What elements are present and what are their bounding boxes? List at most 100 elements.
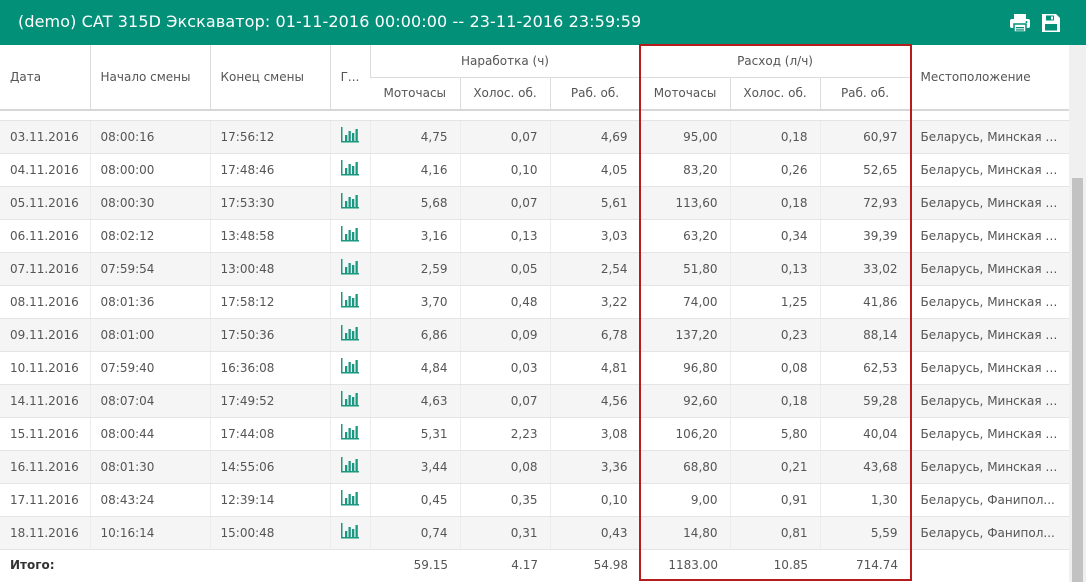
cell-fuel-work: 40,04 [819, 417, 911, 451]
header-fuel-idle[interactable]: Холос. об. [729, 77, 821, 111]
print-icon[interactable] [1009, 13, 1031, 33]
table-row[interactable]: 14.11.2016 08:07:04 17:49:52 4,63 0,07 4,56 92… [0, 384, 1069, 418]
cell-fuel-motor: 51,80 [639, 252, 731, 286]
save-icon[interactable] [1041, 13, 1063, 33]
table-row[interactable]: 10.11.2016 07:59:40 16:36:08 4,84 0,03 4,81 96… [0, 351, 1069, 385]
cell-location: Беларусь, Фанипол... [909, 516, 1069, 550]
table-row[interactable]: 18.11.2016 10:16:14 15:00:48 0,74 0,31 0,43 14… [0, 516, 1069, 550]
cell-fuel-idle: 0,18 [729, 384, 821, 418]
chart-icon[interactable] [329, 351, 370, 385]
cell-date: 08.11.2016 [0, 285, 90, 319]
cell-date: 18.11.2016 [0, 516, 90, 550]
cell-idle-hours: 0,31 [459, 516, 550, 550]
header-shift-start[interactable]: Начало смены [89, 45, 210, 111]
report-table: Дата Начало смены Конец смены Г... Нараб… [0, 45, 1069, 581]
header-idle-hours[interactable]: Холос. об. [459, 77, 550, 111]
chart-icon[interactable] [329, 417, 370, 451]
cell-fuel-idle: 0,91 [729, 483, 821, 517]
cell-location: Беларусь, Минская о... [909, 450, 1069, 484]
chart-icon[interactable] [329, 219, 370, 253]
chart-icon[interactable] [329, 483, 370, 517]
table-row[interactable]: 08.11.2016 08:01:36 17:58:12 3,70 0,48 3,22 74… [0, 285, 1069, 319]
chart-icon[interactable] [329, 285, 370, 319]
header-fuel-work[interactable]: Раб. об. [819, 77, 911, 111]
vertical-scrollbar[interactable] [1069, 45, 1086, 582]
chart-icon[interactable] [329, 318, 370, 352]
cell-date: 14.11.2016 [0, 384, 90, 418]
cell-idle-hours: 0,35 [459, 483, 550, 517]
cell-shift-end: 13:48:58 [209, 219, 330, 253]
cell-shift-end: 17:44:08 [209, 417, 330, 451]
cell-idle-hours: 0,07 [459, 186, 550, 220]
cell-shift-end: 12:39:14 [209, 483, 330, 517]
table-row[interactable]: 17.11.2016 08:43:24 12:39:14 0,45 0,35 0,10 9,… [0, 483, 1069, 517]
cell-fuel-work: 60,97 [819, 120, 911, 154]
header-date[interactable]: Дата [0, 45, 90, 111]
cell-motor-hours: 3,70 [369, 285, 460, 319]
cell-motor-hours: 5,31 [369, 417, 460, 451]
cell-work-hours: 6,78 [549, 318, 641, 352]
cell-work-hours: 4,56 [549, 384, 641, 418]
cell-shift-start: 08:01:36 [89, 285, 210, 319]
cell-fuel-motor: 106,20 [639, 417, 731, 451]
cell-fuel-idle: 0,81 [729, 516, 821, 550]
cell-motor-hours: 3,44 [369, 450, 460, 484]
cell-location: Беларусь, Минская о... [909, 384, 1069, 418]
table-row[interactable]: 16.11.2016 08:01:30 14:55:06 3,44 0,08 3,36 68… [0, 450, 1069, 484]
cell-fuel-motor: 96,80 [639, 351, 731, 385]
cell-fuel-motor: 92,60 [639, 384, 731, 418]
cell-idle-hours: 0,05 [459, 252, 550, 286]
cell-fuel-idle: 1,25 [729, 285, 821, 319]
cell-fuel-work: 41,86 [819, 285, 911, 319]
cell-shift-end: 17:49:52 [209, 384, 330, 418]
table-row[interactable]: 04.11.2016 08:00:00 17:48:46 4,16 0,10 4,05 83… [0, 153, 1069, 187]
cell-motor-hours: 4,63 [369, 384, 460, 418]
cell-fuel-work: 33,02 [819, 252, 911, 286]
cell-fuel-idle: 0,26 [729, 153, 821, 187]
cell-fuel-motor: 68,80 [639, 450, 731, 484]
cell-work-hours: 3,03 [549, 219, 641, 253]
chart-icon[interactable] [329, 153, 370, 187]
total-row: Итого: 59.15 4.17 54.98 1183.00 10.85 71… [0, 549, 1069, 581]
header-motor-hours[interactable]: Моточасы [370, 77, 460, 111]
header-graph[interactable]: Г... [329, 45, 370, 111]
cell-motor-hours: 5,68 [369, 186, 460, 220]
cell-shift-end: 17:56:12 [209, 120, 330, 154]
chart-icon[interactable] [329, 186, 370, 220]
header-fuel-motor[interactable]: Моточасы [639, 77, 731, 111]
table-row[interactable]: 15.11.2016 08:00:44 17:44:08 5,31 2,23 3,08 10… [0, 417, 1069, 451]
cell-shift-end: 16:36:08 [209, 351, 330, 385]
cell-idle-hours: 0,48 [459, 285, 550, 319]
cell-motor-hours: 6,86 [369, 318, 460, 352]
table-row[interactable]: 06.11.2016 08:02:12 13:48:58 3,16 0,13 3,03 63… [0, 219, 1069, 253]
table-row[interactable]: 07.11.2016 07:59:54 13:00:48 2,59 0,05 2,54 51… [0, 252, 1069, 286]
chart-icon[interactable] [329, 450, 370, 484]
cell-work-hours: 3,08 [549, 417, 641, 451]
table-row[interactable]: 05.11.2016 08:00:30 17:53:30 5,68 0,07 5,61 11… [0, 186, 1069, 220]
cell-shift-end: 17:58:12 [209, 285, 330, 319]
scrollbar-thumb[interactable] [1072, 178, 1083, 582]
cell-work-hours: 2,54 [549, 252, 641, 286]
cell-fuel-motor: 9,00 [639, 483, 731, 517]
chart-icon[interactable] [329, 384, 370, 418]
cell-fuel-work: 62,53 [819, 351, 911, 385]
header-shift-end[interactable]: Конец смены [209, 45, 330, 111]
chart-icon[interactable] [329, 516, 370, 550]
cell-shift-end: 13:00:48 [209, 252, 330, 286]
cell-fuel-idle: 0,18 [729, 120, 821, 154]
cell-idle-hours: 2,23 [459, 417, 550, 451]
cell-fuel-work: 1,30 [819, 483, 911, 517]
cell-work-hours: 3,36 [549, 450, 641, 484]
cell-fuel-idle: 0,34 [729, 219, 821, 253]
cell-motor-hours: 0,74 [369, 516, 460, 550]
header-operating-hours: Наработка (ч) [369, 45, 641, 78]
chart-icon[interactable] [329, 252, 370, 286]
total-work-hours: 54.98 [593, 558, 629, 573]
cell-shift-start: 08:00:44 [89, 417, 210, 451]
table-row[interactable]: 09.11.2016 08:01:00 17:50:36 6,86 0,09 6,78 13… [0, 318, 1069, 352]
table-row[interactable]: 03.11.2016 08:00:16 17:56:12 4,75 0,07 4,69 95… [0, 120, 1069, 154]
header-work-hours[interactable]: Раб. об. [549, 77, 641, 111]
cell-location: Беларусь, Минская о... [909, 120, 1069, 154]
header-location[interactable]: Местоположение [909, 45, 1069, 111]
chart-icon[interactable] [329, 120, 370, 154]
